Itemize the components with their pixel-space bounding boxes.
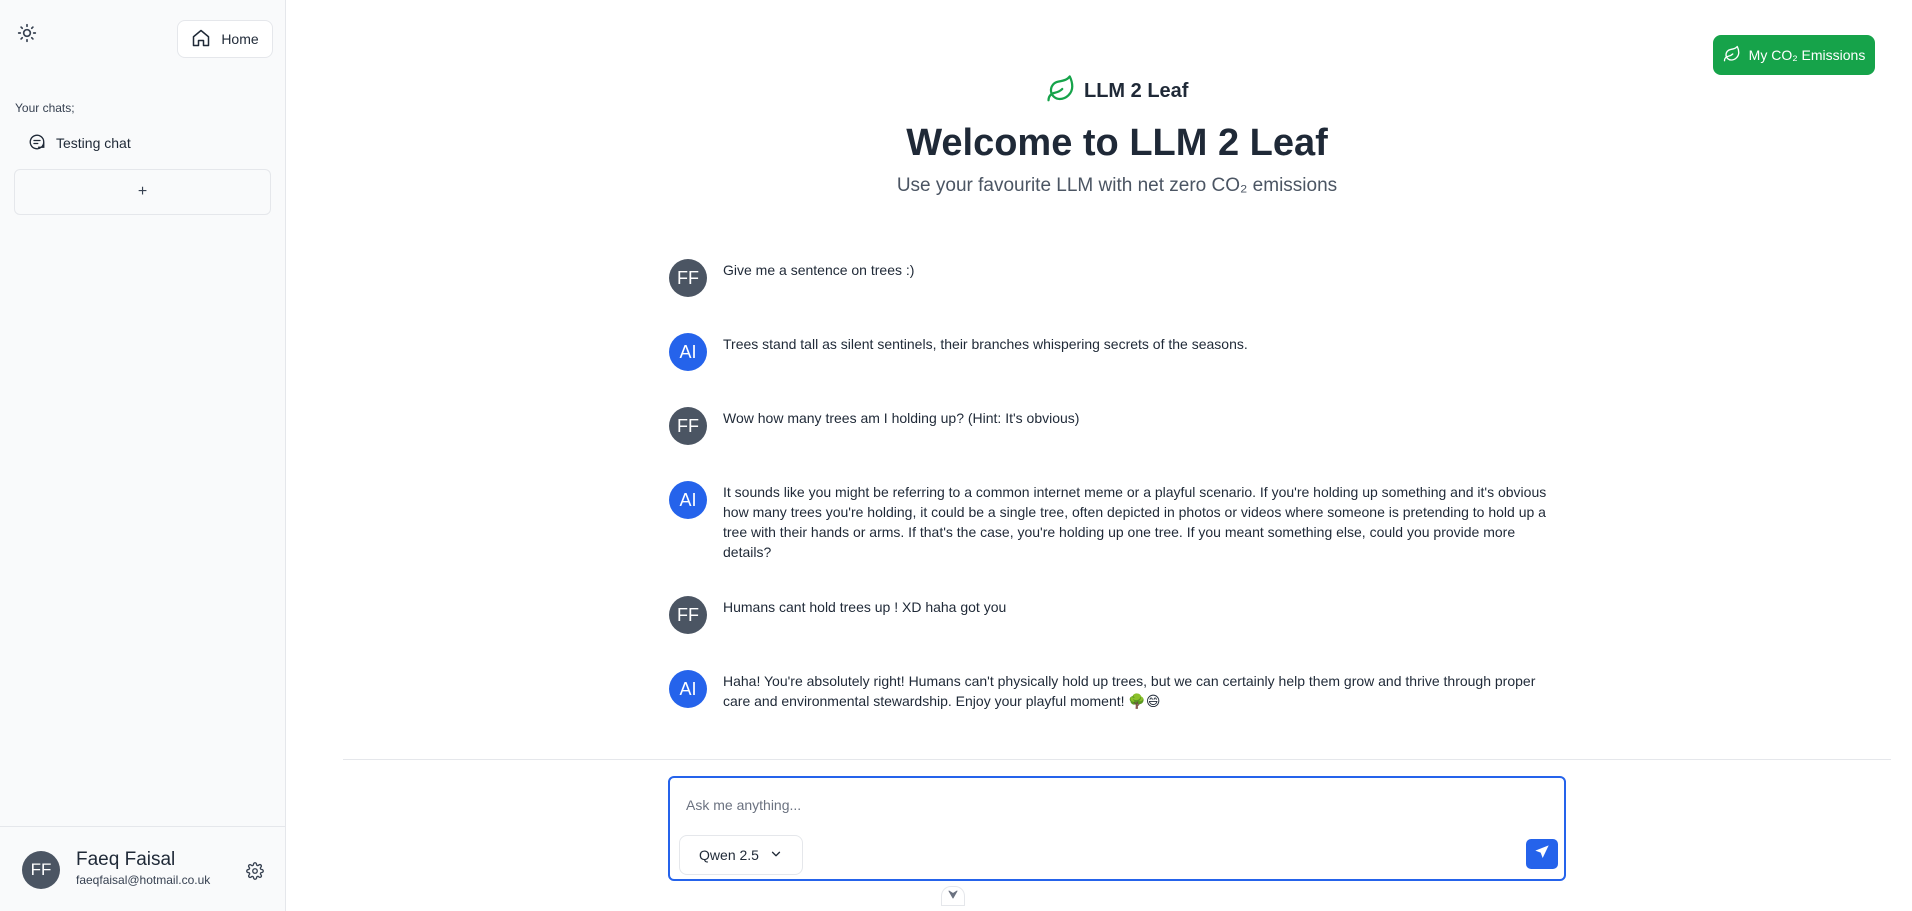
brand-name: LLM 2 Leaf [1084, 80, 1189, 102]
page-title: Welcome to LLM 2 Leaf [906, 122, 1328, 164]
your-chats-heading: Your chats; [15, 101, 75, 115]
leaf-icon [1723, 45, 1741, 66]
brand: LLM 2 Leaf [1046, 74, 1188, 109]
message-ai: AI Trees stand tall as silent sentinels,… [669, 333, 1559, 371]
home-icon [191, 28, 211, 51]
scroll-down-button[interactable] [941, 886, 965, 906]
emissions-label: My CO₂ Emissions [1748, 47, 1866, 63]
divider [343, 759, 1891, 760]
send-button[interactable] [1526, 839, 1558, 869]
theme-toggle-sun-icon[interactable] [14, 20, 40, 46]
new-chat-button[interactable]: + [14, 169, 271, 215]
user-avatar: FF [669, 407, 707, 445]
sidebar: Home Your chats; Testing chat + FF Faeq … [0, 0, 286, 911]
page-subtitle: Use your favourite LLM with net zero CO₂… [896, 175, 1338, 196]
message-text: Haha! You're absolutely right! Humans ca… [723, 673, 1536, 709]
model-select-value: Qwen 2.5 [699, 847, 759, 863]
plus-label: + [137, 183, 148, 200]
leaf-logo-icon [1046, 74, 1076, 109]
settings-gear-icon[interactable] [244, 860, 266, 882]
message-user: FF Give me a sentence on trees :) [669, 259, 1559, 297]
message-text: Humans cant hold trees up ! XD haha got … [723, 599, 1007, 615]
chat-bubble-icon [28, 133, 46, 154]
message-text: Wow how many trees am I holding up? (Hin… [723, 410, 1080, 426]
model-select[interactable]: Qwen 2.5 [679, 835, 803, 875]
my-co2-emissions-button[interactable]: My CO₂ Emissions [1713, 35, 1875, 75]
user-panel: FF Faeq Faisal faeqfaisal@hotmail.co.uk [0, 826, 286, 911]
user-avatar: FF [669, 259, 707, 297]
home-label: Home [221, 31, 259, 47]
message-ai: AI Haha! You're absolutely right! Humans… [669, 670, 1559, 711]
user-avatar: FF [669, 596, 707, 634]
ai-avatar: AI [669, 670, 707, 708]
chevron-down-icon [947, 887, 959, 905]
page-subtitle-wrap: Use your favourite LLM with net zero CO₂… [286, 175, 1912, 197]
composer: Qwen 2.5 [668, 776, 1566, 881]
message-input[interactable] [686, 794, 1526, 816]
ai-avatar: AI [669, 481, 707, 519]
message-text: Give me a sentence on trees :) [723, 262, 915, 278]
message-text: Trees stand tall as silent sentinels, th… [723, 336, 1248, 352]
page-title-wrap: Welcome to LLM 2 Leaf [286, 122, 1912, 165]
chat-item-title: Testing chat [56, 135, 131, 151]
home-button[interactable]: Home [177, 20, 273, 58]
ai-avatar: AI [669, 333, 707, 371]
message-text: It sounds like you might be referring to… [723, 484, 1547, 560]
message-ai: AI It sounds like you might be referring… [669, 481, 1559, 562]
send-icon [1534, 844, 1550, 865]
chevron-down-icon [769, 847, 783, 864]
user-email: faeqfaisal@hotmail.co.uk [76, 873, 211, 887]
user-name: Faeq Faisal [76, 849, 176, 870]
message-user: FF Humans cant hold trees up ! XD haha g… [669, 596, 1559, 634]
sidebar-chat-item[interactable]: Testing chat [28, 131, 131, 155]
avatar: FF [22, 851, 60, 889]
message-user: FF Wow how many trees am I holding up? (… [669, 407, 1559, 445]
